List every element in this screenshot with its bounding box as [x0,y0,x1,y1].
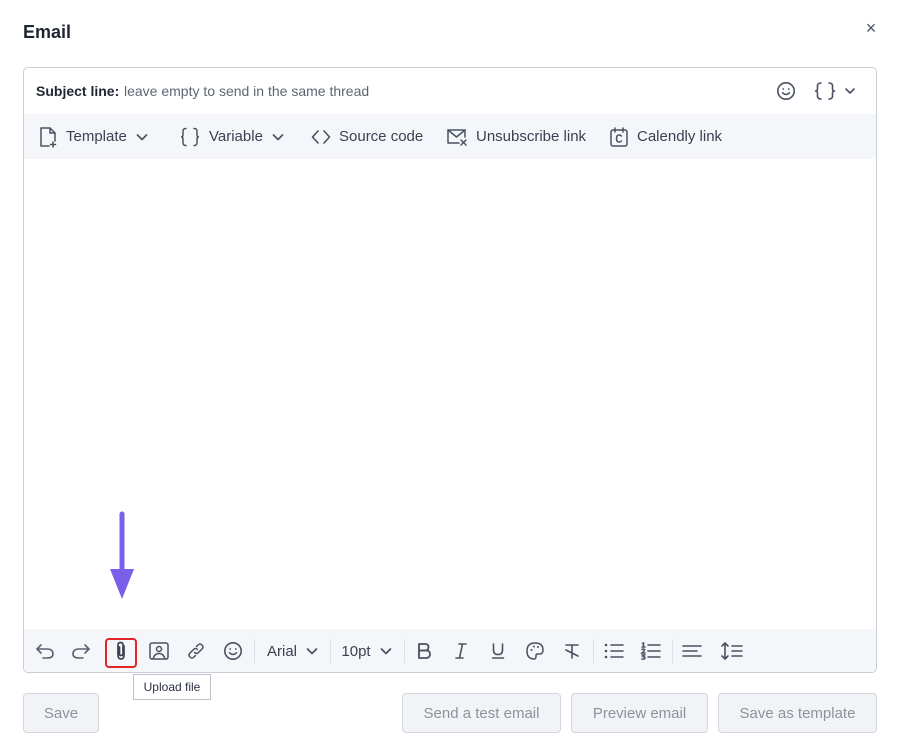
email-body-editor[interactable] [24,159,876,629]
chevron-down-icon [306,648,318,655]
upload-file-tooltip: Upload file [133,674,211,700]
save-button[interactable]: Save [23,693,99,733]
toolbar-divider [672,639,673,663]
unsubscribe-label: Unsubscribe link [476,128,587,145]
send-test-email-button[interactable]: Send a test email [402,693,561,733]
subject-input[interactable] [124,81,724,101]
format-toolbar: Arial 10pt [24,629,876,672]
calendly-label: Calendly link [637,128,723,145]
calendly-link-button[interactable]: Calendly link [609,114,722,159]
chevron-down-icon [380,648,391,655]
chevron-down-icon [272,133,284,140]
source-code-button[interactable]: Source code [311,114,423,159]
variable-dropdown-button[interactable] [814,79,862,103]
emoji-icon[interactable] [776,81,796,101]
numbered-list-icon[interactable] [637,629,665,672]
preview-email-button[interactable]: Preview email [571,693,708,733]
source-code-label: Source code [339,128,424,145]
save-as-template-button[interactable]: Save as template [718,693,877,733]
subject-label: Subject line: [36,83,120,99]
clear-formatting-icon[interactable] [559,629,585,672]
braces-icon [180,127,200,146]
top-toolbar: Template Variable Source code Unsubscrib… [24,114,876,159]
unsubscribe-link-button[interactable]: Unsubscribe link [446,114,586,159]
font-size-value: 10pt [341,642,371,660]
calendar-icon [610,126,628,147]
font-size-select[interactable]: 10pt [338,629,396,672]
emoji-icon[interactable] [219,629,247,672]
toolbar-divider [254,639,255,663]
text-color-icon[interactable] [522,629,548,672]
toolbar-divider [404,639,405,663]
dialog-title: Email [23,22,72,42]
template-label: Template [66,128,127,145]
email-editor: Subject line: Template [23,67,877,673]
toolbar-divider [330,639,331,663]
line-height-icon[interactable] [717,629,747,672]
code-icon [311,129,331,144]
link-icon[interactable] [182,629,210,672]
chevron-down-icon [136,133,148,140]
align-icon[interactable] [678,629,706,672]
subject-row: Subject line: [24,68,876,114]
upload-file-icon[interactable] [107,629,135,672]
image-icon[interactable] [145,629,173,672]
variable-dropdown[interactable]: Variable [179,114,285,159]
undo-icon[interactable] [32,629,58,672]
font-family-value: Arial [266,642,297,660]
close-icon[interactable]: × [860,18,882,40]
underline-icon[interactable] [485,629,511,672]
template-dropdown[interactable]: Template [38,114,149,159]
variable-label: Variable [209,128,263,145]
template-icon [40,126,57,148]
bulleted-list-icon[interactable] [600,629,628,672]
redo-icon[interactable] [68,629,94,672]
bold-icon[interactable] [411,629,437,672]
font-family-select[interactable]: Arial [264,629,322,672]
pointer-arrow-icon [110,511,134,599]
mail-x-icon [447,128,467,146]
italic-icon[interactable] [448,629,474,672]
toolbar-divider [593,639,594,663]
